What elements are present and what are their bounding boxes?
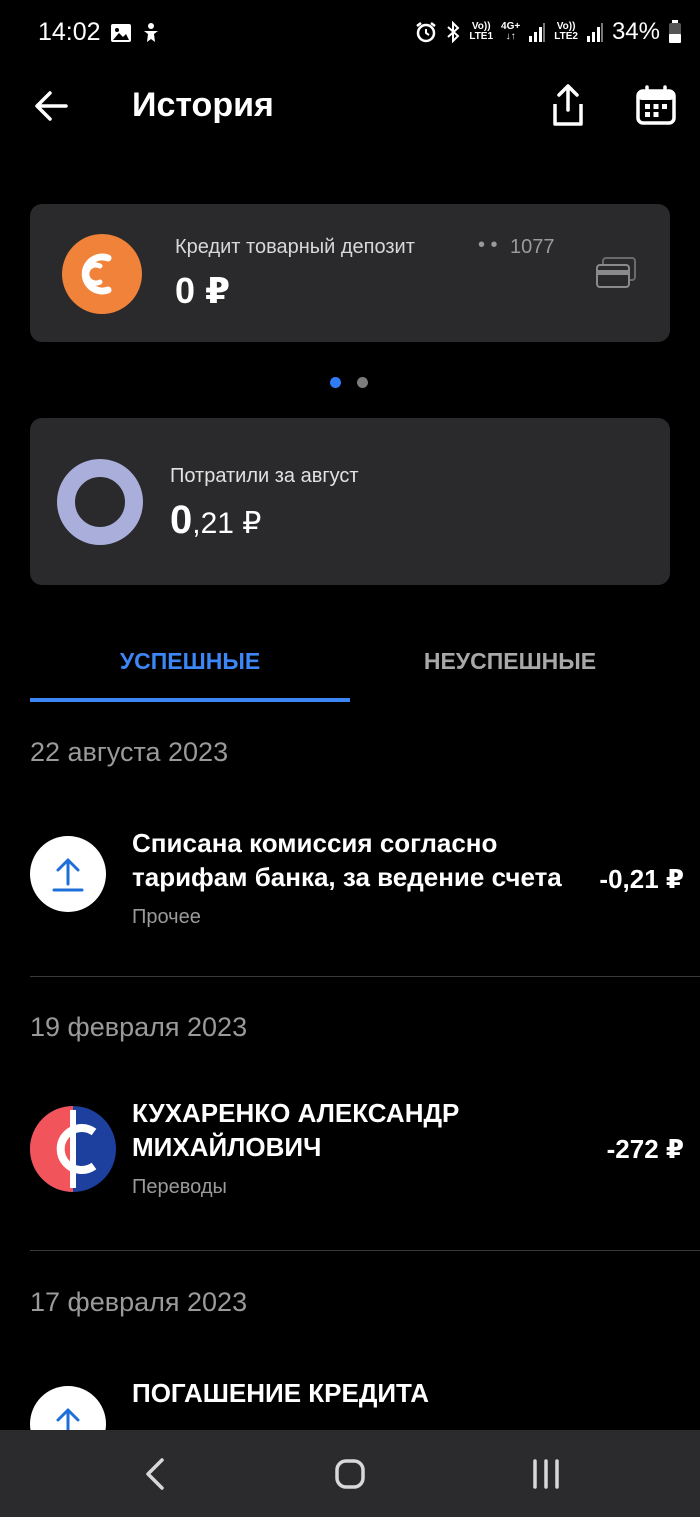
transaction-row[interactable]: Списана комиссия согласно тарифам банка,… bbox=[0, 828, 700, 966]
spending-value-frac: ,21 ₽ bbox=[192, 507, 262, 540]
account-card[interactable]: Кредит товарный депозит • • 1077 0 ₽ bbox=[30, 204, 670, 342]
chevron-left-icon bbox=[146, 1458, 164, 1490]
account-number: 1077 bbox=[510, 236, 555, 258]
sbp-logo bbox=[30, 1106, 116, 1192]
transaction-category: Прочее bbox=[132, 906, 201, 928]
sbp-logo-icon bbox=[30, 1106, 116, 1192]
transaction-title: Списана комиссия согласно тарифам банка,… bbox=[132, 828, 562, 892]
date-header: 19 февраля 2023 bbox=[30, 1012, 248, 1042]
divider bbox=[30, 976, 700, 977]
status-left-icons bbox=[110, 22, 162, 44]
transaction-title: КУХАРЕНКО АЛЕКСАНДР МИХАЙЛОВИЧ bbox=[132, 1098, 460, 1162]
system-nav-bar bbox=[0, 1430, 700, 1517]
divider bbox=[30, 1250, 700, 1251]
tab-success[interactable]: УСПЕШНЫЕ bbox=[30, 630, 350, 702]
spending-ring-chart bbox=[57, 459, 143, 545]
history-tabs: УСПЕШНЫЕ НЕУСПЕШНЫЕ bbox=[30, 630, 670, 702]
tab-failed[interactable]: НЕУСПЕШНЫЕ bbox=[350, 630, 670, 702]
cards-icon bbox=[596, 257, 636, 288]
sim1-indicator: Vo)) LTE1 bbox=[469, 21, 494, 42]
status-bar: 14:02 Vo)) LTE1 4G+ ↓↑ Vo)) LTE2 34% bbox=[0, 0, 700, 70]
gallery-icon bbox=[111, 24, 131, 42]
bank-logo-icon bbox=[81, 253, 112, 295]
bluetooth-icon bbox=[447, 21, 460, 43]
signal-1-icon bbox=[529, 23, 546, 42]
account-logo bbox=[62, 234, 142, 314]
nav-recents-button[interactable] bbox=[530, 1458, 562, 1490]
cards-button[interactable] bbox=[595, 256, 637, 290]
transaction-row[interactable]: КУХАРЕНКО АЛЕКСАНДР МИХАЙЛОВИЧ Переводы … bbox=[0, 1098, 700, 1236]
status-right-icons: Vo)) LTE1 4G+ ↓↑ Vo)) LTE2 34% bbox=[415, 18, 682, 46]
back-button[interactable] bbox=[30, 84, 74, 128]
battery-percent: 34% bbox=[611, 18, 660, 45]
network-type-indicator: 4G+ ↓↑ bbox=[501, 21, 521, 42]
alarm-icon bbox=[416, 22, 437, 43]
page-title: История bbox=[132, 86, 274, 124]
spending-card[interactable]: Потратили за август 0,21 ₽ bbox=[30, 418, 670, 585]
calendar-icon bbox=[636, 85, 676, 125]
transaction-amount: -272 ₽ bbox=[606, 1134, 684, 1164]
account-number-mask: • • bbox=[478, 234, 498, 256]
pager-dot[interactable] bbox=[357, 377, 368, 388]
outgoing-arrow-icon bbox=[52, 858, 84, 892]
share-button[interactable] bbox=[546, 80, 590, 130]
tab-indicator bbox=[30, 698, 350, 702]
transaction-icon bbox=[30, 836, 106, 912]
transaction-title: ПОГАШЕНИЕ КРЕДИТА bbox=[132, 1378, 430, 1408]
data-arrows-icon: ↓↑ bbox=[505, 31, 516, 42]
signal-2-icon bbox=[586, 23, 603, 42]
accessibility-icon bbox=[144, 23, 158, 42]
arrow-left-icon bbox=[35, 91, 68, 121]
account-name-wrap: Кредит товарный депозит bbox=[175, 236, 455, 259]
transaction-amount: -0,21 ₽ bbox=[599, 864, 684, 894]
account-balance: 0 ₽ bbox=[175, 270, 231, 311]
pager-dot-active[interactable] bbox=[330, 377, 341, 388]
nav-home-button[interactable] bbox=[334, 1458, 366, 1490]
battery-icon bbox=[669, 20, 681, 43]
spending-value-int: 0 bbox=[170, 498, 193, 542]
status-time: 14:02 bbox=[38, 18, 101, 46]
spending-value: 0,21 ₽ bbox=[170, 498, 261, 543]
share-icon bbox=[553, 84, 583, 126]
recents-icon bbox=[533, 1459, 559, 1489]
home-icon bbox=[335, 1459, 365, 1489]
spending-label: Потратили за август bbox=[170, 465, 359, 487]
sim2-indicator: Vo)) LTE2 bbox=[554, 21, 578, 42]
date-header: 17 февраля 2023 bbox=[30, 1287, 248, 1317]
app-bar: История bbox=[0, 70, 700, 142]
carousel-pager bbox=[330, 377, 368, 388]
calendar-button[interactable] bbox=[634, 84, 678, 128]
transaction-category: Переводы bbox=[132, 1176, 227, 1198]
account-name: Кредит товарный депозит bbox=[175, 236, 415, 258]
date-header: 22 августа 2023 bbox=[30, 737, 229, 767]
nav-back-button[interactable] bbox=[140, 1456, 170, 1492]
